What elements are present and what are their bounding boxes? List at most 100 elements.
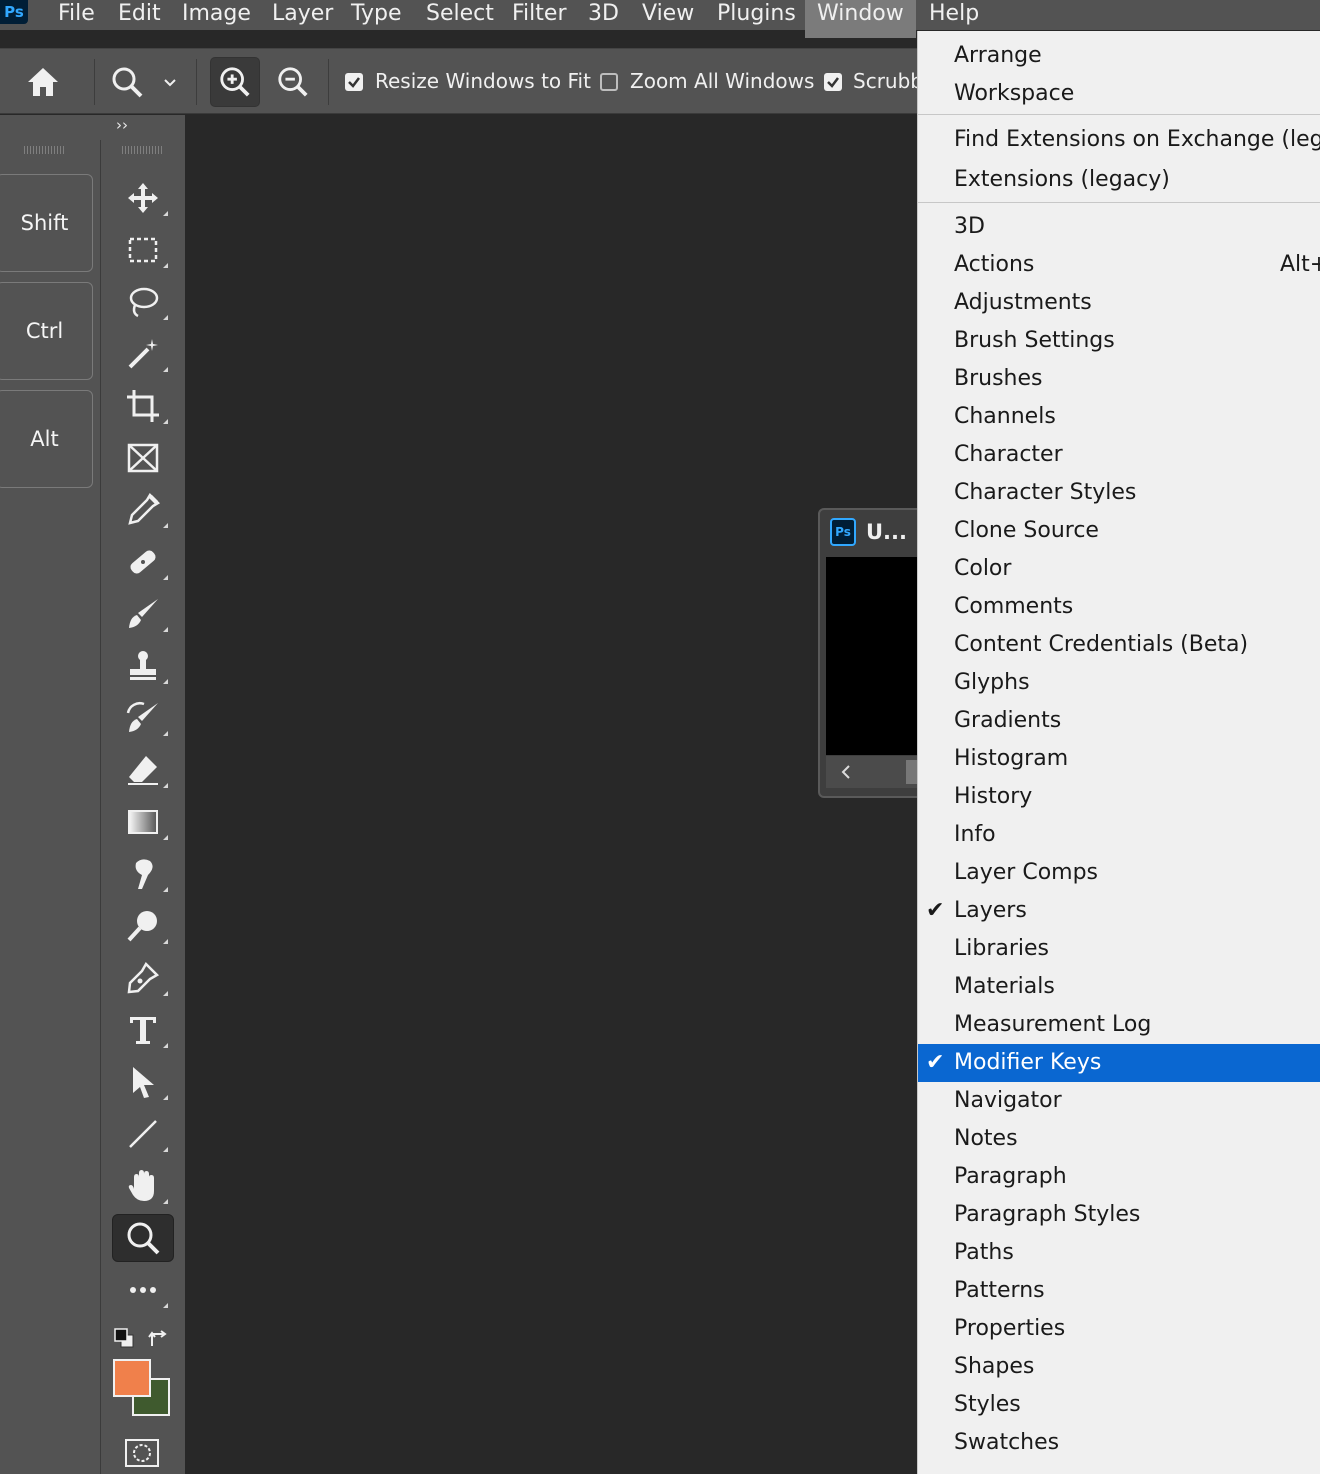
menu-file[interactable]: File — [58, 0, 95, 30]
menu-item-patterns[interactable]: Patterns — [918, 1272, 1320, 1310]
line-tool-icon[interactable] — [112, 1110, 174, 1158]
panel-grip[interactable] — [24, 146, 66, 154]
photoshop-window: Ps File Edit Image Layer Type Select Fil… — [0, 0, 1320, 1474]
chevron-down-icon[interactable] — [158, 71, 182, 95]
document-title[interactable]: U... — [866, 520, 907, 544]
zoom-in-icon[interactable] — [210, 57, 260, 107]
menu-item-clone-source[interactable]: Clone Source — [918, 512, 1320, 550]
menu-item-notes[interactable]: Notes — [918, 1120, 1320, 1158]
smudge-tool-icon[interactable] — [112, 850, 174, 898]
ctrl-key-button[interactable]: Ctrl — [0, 282, 93, 380]
brush-tool-icon[interactable] — [112, 590, 174, 638]
menu-item-3d[interactable]: 3D — [918, 208, 1320, 246]
menu-help[interactable]: Help — [929, 0, 979, 30]
menu-view[interactable]: View — [642, 0, 694, 30]
menu-item-modifier-keys[interactable]: ✔ Modifier Keys — [918, 1044, 1320, 1082]
eyedropper-tool-icon[interactable] — [112, 486, 174, 534]
menu-layer[interactable]: Layer — [272, 0, 333, 30]
menu-image[interactable]: Image — [182, 0, 251, 30]
menu-item-glyphs[interactable]: Glyphs — [918, 664, 1320, 702]
menu-item-layers[interactable]: ✔ Layers — [918, 892, 1320, 930]
menu-item-layer-comps[interactable]: Layer Comps — [918, 854, 1320, 892]
shift-key-button[interactable]: Shift — [0, 174, 93, 272]
menu-plugins[interactable]: Plugins — [717, 0, 796, 30]
menu-item-label: Libraries — [954, 936, 1050, 961]
checkmark-icon: ✔ — [926, 1050, 945, 1075]
menu-item-label: Paths — [954, 1240, 1014, 1265]
resize-windows-checkbox[interactable] — [345, 73, 363, 91]
menu-item-find-extensions-on-exchange-lega[interactable]: Find Extensions on Exchange (lega — [918, 121, 1320, 159]
menu-item-swatches[interactable]: Swatches — [918, 1424, 1320, 1462]
scroll-left-icon[interactable] — [836, 756, 856, 788]
frame-tool-icon[interactable] — [112, 434, 174, 482]
menu-item-brushes[interactable]: Brushes — [918, 360, 1320, 398]
menu-item-histogram[interactable]: Histogram — [918, 740, 1320, 778]
menu-filter[interactable]: Filter — [512, 0, 566, 30]
menu-item-channels[interactable]: Channels — [918, 398, 1320, 436]
menu-item-brush-settings[interactable]: Brush Settings — [918, 322, 1320, 360]
pen-tool-icon[interactable] — [112, 954, 174, 1002]
magic-wand-tool-icon[interactable] — [112, 330, 174, 378]
menu-item-history[interactable]: History — [918, 778, 1320, 816]
dodge-tool-icon[interactable] — [112, 902, 174, 950]
collapse-panels-icon[interactable]: ›› — [116, 116, 128, 134]
history-brush-tool-icon[interactable] — [112, 694, 174, 742]
document-scrollbar[interactable] — [826, 756, 922, 788]
menu-item-measurement-log[interactable]: Measurement Log — [918, 1006, 1320, 1044]
healing-brush-tool-icon[interactable] — [112, 538, 174, 586]
crop-tool-icon[interactable] — [112, 382, 174, 430]
menu-item-materials[interactable]: Materials — [918, 968, 1320, 1006]
menu-item-label: Extensions (legacy) — [954, 167, 1170, 192]
zoom-tool-button[interactable] — [112, 1214, 174, 1262]
menu-item-navigator[interactable]: Navigator — [918, 1082, 1320, 1120]
default-colors-icon[interactable] — [114, 1328, 134, 1348]
menu-item-paragraph-styles[interactable]: Paragraph Styles — [918, 1196, 1320, 1234]
menu-type[interactable]: Type — [351, 0, 402, 30]
swap-colors-icon[interactable] — [146, 1326, 170, 1350]
menu-edit[interactable]: Edit — [118, 0, 161, 30]
menu-item-comments[interactable]: Comments — [918, 588, 1320, 626]
gradient-tool-icon[interactable] — [112, 798, 174, 846]
menu-item-extensions-legacy[interactable]: Extensions (legacy) — [918, 161, 1320, 199]
zoom-tool-icon[interactable] — [104, 61, 150, 103]
path-selection-tool-icon[interactable] — [112, 1058, 174, 1106]
menu-item-arrange[interactable]: Arrange — [918, 37, 1320, 75]
menu-item-label: Gradients — [954, 708, 1062, 733]
foreground-color-swatch[interactable] — [113, 1359, 151, 1397]
menu-item-actions[interactable]: Actions Alt+ — [918, 246, 1320, 284]
menu-item-styles[interactable]: Styles — [918, 1386, 1320, 1424]
type-tool-icon[interactable] — [112, 1006, 174, 1054]
menu-item-paragraph[interactable]: Paragraph — [918, 1158, 1320, 1196]
more-tools-icon[interactable] — [112, 1266, 174, 1314]
menu-item-content-credentials-beta[interactable]: Content Credentials (Beta) — [918, 626, 1320, 664]
menu-window[interactable]: Window — [805, 0, 916, 38]
menu-item-workspace[interactable]: Workspace — [918, 75, 1320, 113]
home-icon[interactable] — [20, 61, 66, 103]
menu-item-paths[interactable]: Paths — [918, 1234, 1320, 1272]
scrubby-checkbox[interactable] — [824, 73, 842, 91]
menu-3d[interactable]: 3D — [588, 0, 619, 30]
menu-item-character-styles[interactable]: Character Styles — [918, 474, 1320, 512]
menu-item-character[interactable]: Character — [918, 436, 1320, 474]
menu-item-color[interactable]: Color — [918, 550, 1320, 588]
zoom-out-icon[interactable] — [270, 61, 316, 103]
alt-key-button[interactable]: Alt — [0, 390, 93, 488]
menu-item-info[interactable]: Info — [918, 816, 1320, 854]
move-tool-icon[interactable] — [112, 174, 174, 222]
hand-tool-icon[interactable] — [112, 1162, 174, 1210]
zoom-all-windows-checkbox[interactable] — [600, 73, 618, 91]
lasso-tool-icon[interactable] — [112, 278, 174, 326]
toolbar-grip[interactable] — [122, 146, 164, 154]
marquee-tool-icon[interactable] — [112, 226, 174, 274]
menu-item-libraries[interactable]: Libraries — [918, 930, 1320, 968]
menu-item-adjustments[interactable]: Adjustments — [918, 284, 1320, 322]
menu-separator — [918, 202, 1320, 203]
menu-item-properties[interactable]: Properties — [918, 1310, 1320, 1348]
clone-stamp-tool-icon[interactable] — [112, 642, 174, 690]
menu-select[interactable]: Select — [426, 0, 494, 30]
document-canvas[interactable] — [826, 557, 922, 755]
menu-item-gradients[interactable]: Gradients — [918, 702, 1320, 740]
menu-item-shapes[interactable]: Shapes — [918, 1348, 1320, 1386]
quick-mask-icon[interactable] — [124, 1438, 160, 1468]
eraser-tool-icon[interactable] — [112, 746, 174, 794]
